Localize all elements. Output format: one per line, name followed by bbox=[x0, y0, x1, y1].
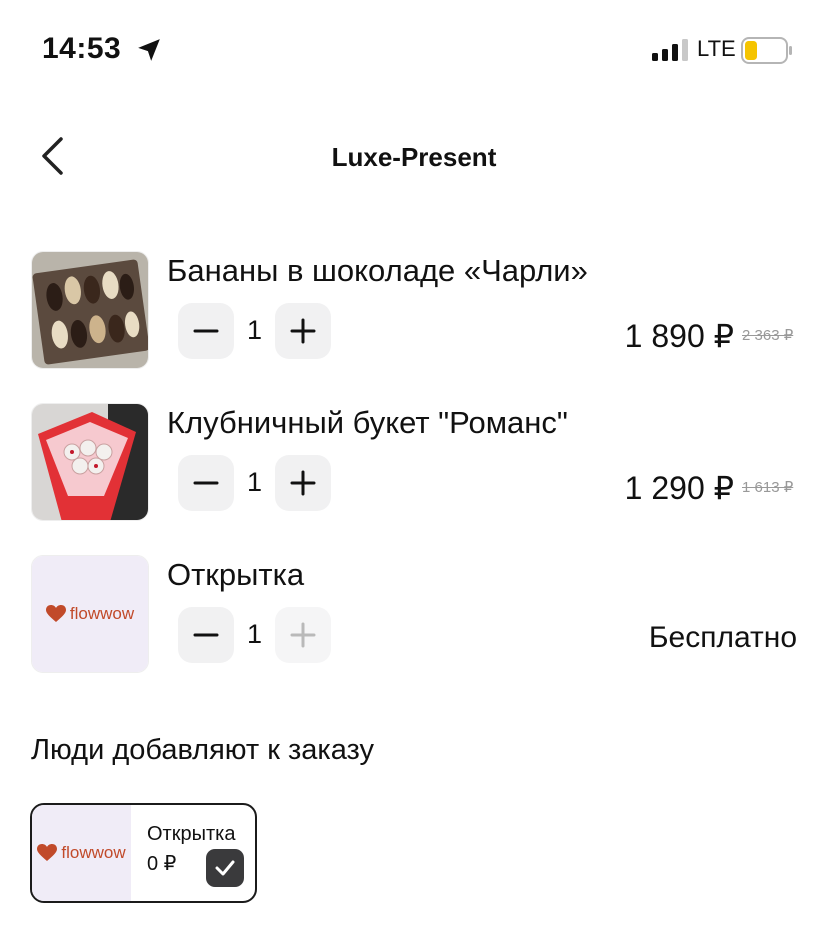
price: 1 890 ₽ bbox=[624, 318, 734, 354]
quantity-value: 1 bbox=[246, 315, 263, 345]
minus-icon bbox=[193, 481, 219, 485]
quantity-value: 1 bbox=[246, 619, 263, 649]
checkmark-icon bbox=[215, 860, 235, 876]
upsell-item-card[interactable]: flowwow Открытка 0 ₽ bbox=[30, 803, 257, 903]
product-image[interactable] bbox=[31, 403, 149, 521]
price: Бесплатно bbox=[648, 621, 797, 654]
upsell-item-price: 0 ₽ bbox=[147, 853, 177, 875]
flowwow-logo: flowwow bbox=[37, 843, 126, 863]
heart-icon bbox=[37, 844, 58, 861]
signal-icon bbox=[652, 39, 688, 61]
product-image[interactable]: flowwow bbox=[31, 555, 149, 673]
increase-quantity-button[interactable] bbox=[275, 303, 331, 359]
price: 1 290 ₽ bbox=[624, 470, 734, 506]
old-price: 1 613 ₽ bbox=[742, 479, 794, 496]
old-price: 2 363 ₽ bbox=[742, 327, 794, 344]
plus-icon bbox=[290, 470, 316, 496]
increase-quantity-button[interactable] bbox=[275, 607, 331, 663]
quantity-value: 1 bbox=[246, 467, 263, 497]
heart-icon bbox=[45, 605, 66, 622]
minus-icon bbox=[193, 633, 219, 637]
flowwow-logo: flowwow bbox=[45, 604, 134, 624]
selected-checkbox[interactable] bbox=[206, 849, 244, 887]
decrease-quantity-button[interactable] bbox=[178, 455, 234, 511]
upsell-item-name: Открытка bbox=[147, 823, 236, 845]
cart-item: Клубничный букет "Романс" 1 1 290 ₽ 1 61… bbox=[0, 403, 828, 533]
plus-icon bbox=[290, 318, 316, 344]
location-arrow-icon bbox=[138, 39, 160, 61]
section-title: Люди добавляют к заказу bbox=[31, 734, 375, 766]
decrease-quantity-button[interactable] bbox=[178, 303, 234, 359]
battery-icon bbox=[741, 37, 792, 64]
decrease-quantity-button[interactable] bbox=[178, 607, 234, 663]
product-image: flowwow bbox=[32, 805, 131, 901]
product-name: Клубничный букет "Романс" bbox=[167, 405, 568, 440]
page-title: Luxe-Present bbox=[331, 142, 497, 172]
network-type: LTE bbox=[697, 36, 736, 61]
product-name: Бананы в шоколаде «Чарли» bbox=[167, 253, 588, 288]
plus-icon bbox=[290, 622, 316, 648]
increase-quantity-button[interactable] bbox=[275, 455, 331, 511]
minus-icon bbox=[193, 329, 219, 333]
cart-item: Бананы в шоколаде «Чарли» 1 1 890 ₽ 2 36… bbox=[0, 251, 828, 381]
product-name: Открытка bbox=[167, 557, 305, 592]
product-image[interactable] bbox=[31, 251, 149, 369]
cart-item: flowwow Открытка 1 Бесплатно bbox=[0, 555, 828, 685]
status-time: 14:53 bbox=[42, 32, 122, 65]
